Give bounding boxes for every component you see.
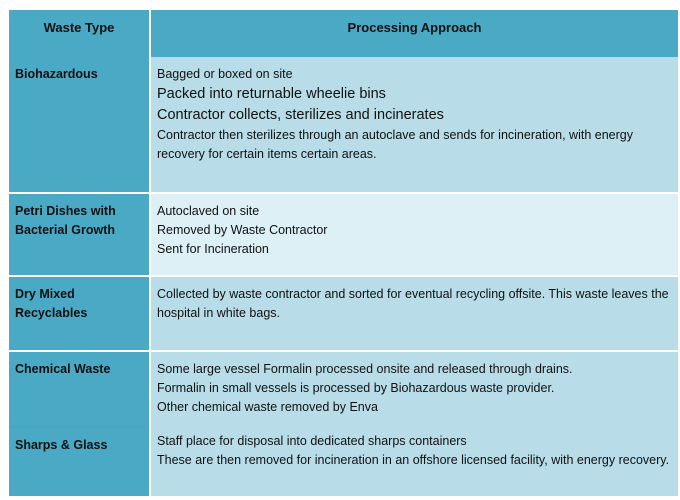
processing-line: These are then removed for incineration …	[157, 453, 670, 467]
table-row: Dry Mixed Recyclables Collected by waste…	[9, 275, 678, 350]
processing-line: Bagged or boxed on site	[157, 67, 293, 81]
waste-type-cell: Biohazardous	[9, 57, 149, 192]
table-row: Biohazardous Bagged or boxed on site Pac…	[9, 57, 678, 192]
processing-line: Collected by waste contractor and sorted…	[157, 287, 669, 320]
processing-cell: Bagged or boxed on site Packed into retu…	[149, 57, 678, 192]
processing-line: Autoclaved on site	[157, 204, 260, 218]
table-row: Chemical Waste Some large vessel Formali…	[9, 350, 678, 426]
processing-line: Contractor collects, sterilizes and inci…	[157, 107, 444, 123]
waste-type-cell: Chemical Waste	[9, 352, 149, 426]
processing-cell: Autoclaved on site Removed by Waste Cont…	[149, 194, 678, 275]
processing-line: Packed into returnable wheelie bins	[157, 86, 386, 102]
processing-line: Formalin in small vessels is processed b…	[157, 381, 555, 395]
processing-cell: Some large vessel Formalin processed ons…	[149, 352, 678, 426]
header-row: Waste Type Processing Approach	[9, 10, 678, 57]
waste-type-cell: Petri Dishes with Bacterial Growth	[9, 194, 149, 275]
processing-line: Some large vessel Formalin processed ons…	[157, 362, 573, 376]
waste-processing-table: Waste Type Processing Approach Biohazard…	[9, 10, 678, 496]
processing-line: Other chemical waste removed by Enva	[157, 400, 378, 414]
processing-line: Removed by Waste Contractor	[157, 223, 328, 237]
table-row: Sharps & Glass Staff place for disposal …	[9, 426, 678, 496]
waste-type-cell: Dry Mixed Recyclables	[9, 277, 149, 350]
header-waste-type: Waste Type	[9, 10, 149, 57]
waste-type-cell: Sharps & Glass	[9, 426, 149, 496]
processing-line: Sent for Incineration	[157, 242, 269, 256]
processing-line: Contractor then sterilizes through an au…	[157, 128, 633, 161]
processing-cell: Collected by waste contractor and sorted…	[149, 277, 678, 350]
processing-line: Staff place for disposal into dedicated …	[157, 434, 467, 448]
header-processing-approach: Processing Approach	[149, 10, 678, 57]
table-row: Petri Dishes with Bacterial Growth Autoc…	[9, 192, 678, 275]
processing-cell: Staff place for disposal into dedicated …	[149, 426, 678, 496]
